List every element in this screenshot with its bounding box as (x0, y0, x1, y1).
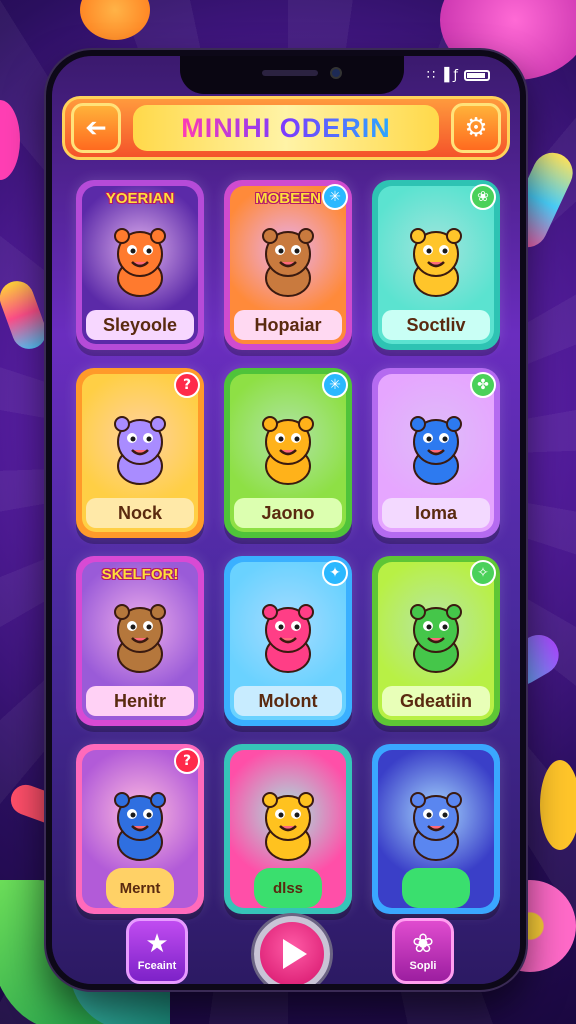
card-badge-icon: ? (174, 372, 200, 398)
game-title: MINIHI ODERIN (181, 112, 391, 143)
shop-label: Sopli (409, 960, 437, 972)
speaker-grille (262, 70, 318, 76)
card-badge-icon: ? (174, 748, 200, 774)
level-grid: YOERIAN Sleyoole MOBEEN ✳ Hopaiar ❀ Soctliv? No… (76, 180, 500, 914)
card-name: Molont (234, 686, 342, 716)
creature-icon (410, 603, 462, 673)
level-card[interactable]: MOBEEN ✳ Hopaiar (224, 180, 352, 350)
card-name: Nock (86, 498, 194, 528)
level-card[interactable]: ✤ Ioma (372, 368, 500, 538)
decor-orb-yellow (540, 760, 576, 850)
level-card[interactable]: ✧ Gdeatiin (372, 556, 500, 726)
settings-button[interactable]: ⚙ (451, 103, 501, 153)
level-card[interactable]: ? Mernt (76, 744, 204, 914)
card-name: Mernt (106, 868, 174, 908)
card-name: Sleyoole (86, 310, 194, 340)
card-name: dlss (254, 868, 322, 908)
signal-icon: ∷ ▐ ƒ (426, 68, 458, 83)
card-name: Ioma (382, 498, 490, 528)
creature-icon (410, 791, 462, 861)
card-name: Hopaiar (234, 310, 342, 340)
card-badge-icon: ✦ (322, 560, 348, 586)
card-title-banner: SKELFOR! (101, 566, 179, 583)
creature-icon (262, 227, 314, 297)
favorites-button[interactable]: ★ Fceaint (126, 918, 188, 984)
level-card[interactable]: ❀ Soctliv (372, 180, 500, 350)
title-banner: MINIHI ODERIN (133, 105, 439, 151)
card-badge-icon: ❀ (470, 184, 496, 210)
card-badge-icon: ✳ (322, 372, 348, 398)
creature-icon (410, 227, 462, 297)
phone-frame: ∷ ▐ ƒ ➔ MINIHI ODERIN ⚙ YOERIAN Sleyoole M… (46, 50, 526, 990)
play-button[interactable] (254, 916, 330, 984)
camera-icon (330, 67, 342, 79)
play-icon (283, 939, 307, 969)
creature-icon (114, 227, 166, 297)
game-screen: ∷ ▐ ƒ ➔ MINIHI ODERIN ⚙ YOERIAN Sleyoole M… (52, 56, 520, 984)
card-badge-icon: ✳ (322, 184, 348, 210)
card-name: Soctliv (382, 310, 490, 340)
flower-icon: ❀ (412, 929, 434, 959)
level-card[interactable]: YOERIAN Sleyoole (76, 180, 204, 350)
phone-notch (180, 56, 404, 94)
shop-button[interactable]: ❀ Sopli (392, 918, 454, 984)
card-name: Henitr (86, 686, 194, 716)
creature-icon (262, 415, 314, 485)
level-card[interactable]: ? Nock (76, 368, 204, 538)
back-arrow-icon: ➔ (85, 113, 107, 143)
card-badge-icon: ✤ (470, 372, 496, 398)
card-name: Gdeatiin (382, 686, 490, 716)
card-coin-icon (402, 868, 470, 908)
creature-icon (262, 603, 314, 673)
bottom-nav: ★ Fceaint ❀ Sopli (52, 916, 520, 984)
creature-icon (262, 791, 314, 861)
header-bar: ➔ MINIHI ODERIN ⚙ (62, 96, 510, 160)
battery-icon (464, 70, 490, 81)
gear-icon: ⚙ (464, 113, 488, 143)
card-title-banner: YOERIAN (105, 190, 175, 207)
star-icon: ★ (145, 929, 169, 959)
level-card[interactable]: dlss (224, 744, 352, 914)
creature-icon (410, 415, 462, 485)
creature-icon (114, 415, 166, 485)
level-card[interactable]: SKELFOR! Henitr (76, 556, 204, 726)
card-name: Jaono (234, 498, 342, 528)
back-button[interactable]: ➔ (71, 103, 121, 153)
status-bar: ∷ ▐ ƒ (427, 68, 490, 83)
creature-icon (114, 791, 166, 861)
level-card[interactable]: ✳ Jaono (224, 368, 352, 538)
card-badge-icon: ✧ (470, 560, 496, 586)
level-card[interactable] (372, 744, 500, 914)
favorites-label: Fceaint (137, 960, 177, 972)
creature-icon (114, 603, 166, 673)
level-card[interactable]: ✦ Molont (224, 556, 352, 726)
